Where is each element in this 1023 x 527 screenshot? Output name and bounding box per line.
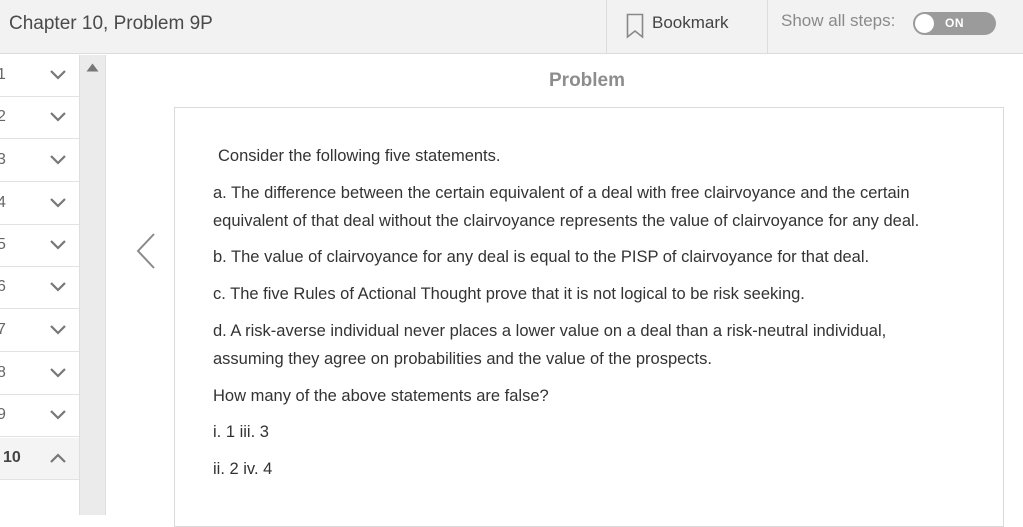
step-item-2[interactable]: 2 — [0, 97, 79, 139]
step-item-7[interactable]: 7 — [0, 310, 79, 352]
step-number: 8 — [0, 364, 6, 381]
step-item-8[interactable]: 8 — [0, 353, 79, 395]
toggle-state-label: ON — [945, 16, 964, 30]
step-item-9[interactable]: 9 — [0, 395, 79, 437]
step-number: 9 — [0, 406, 6, 423]
previous-arrow-icon[interactable] — [134, 232, 158, 270]
chapter-title: Chapter 10, Problem 9P — [9, 13, 213, 34]
chevron-up-icon — [50, 453, 66, 463]
statement-c: c. The five Rules of Actional Thought pr… — [213, 285, 805, 303]
bookmark-label: Bookmark — [652, 13, 729, 32]
answer-options-line2: ii. 2 iv. 4 — [213, 460, 273, 478]
statement-b: b. The value of clairvoyance for any dea… — [213, 248, 870, 266]
statement-a-line2: equivalent of that deal without the clai… — [213, 212, 920, 230]
show-all-steps-toggle[interactable]: ON — [913, 12, 996, 35]
step-number: 3 — [0, 151, 6, 168]
answer-options-line1: i. 1 iii. 3 — [213, 423, 269, 441]
step-number: 2 — [0, 108, 6, 125]
problem-box: Consider the following five statements. … — [174, 107, 1004, 527]
sidebar-scrollbar[interactable] — [79, 55, 106, 515]
bookmark-button[interactable]: Bookmark — [606, 0, 768, 54]
chevron-down-icon — [50, 198, 66, 208]
toggle-knob — [915, 14, 934, 33]
step-number: 5 — [0, 236, 6, 253]
step-number: 6 — [0, 278, 6, 295]
step-number: 10 — [3, 449, 21, 466]
problem-question: How many of the above statements are fal… — [213, 387, 549, 405]
statement-d-line1: d. A risk-averse individual never places… — [213, 322, 887, 340]
step-item-6[interactable]: 6 — [0, 267, 79, 309]
step-item-1[interactable]: 1 — [0, 55, 79, 97]
step-number: 4 — [0, 194, 6, 211]
bookmark-icon — [626, 13, 644, 39]
step-number: 1 — [0, 66, 6, 83]
chevron-down-icon — [50, 70, 66, 80]
header-bar: Chapter 10, Problem 9P Bookmark Show all… — [0, 0, 1023, 54]
steps-sidebar: 1 2 3 4 5 6 7 8 9 10 — [0, 55, 79, 515]
step-item-10[interactable]: 10 — [0, 438, 79, 480]
chevron-down-icon — [50, 368, 66, 378]
chevron-down-icon — [50, 282, 66, 292]
chevron-down-icon — [50, 410, 66, 420]
step-item-5[interactable]: 5 — [0, 225, 79, 267]
scroll-up-arrow-icon[interactable] — [86, 63, 99, 72]
step-item-4[interactable]: 4 — [0, 183, 79, 225]
step-item-3[interactable]: 3 — [0, 140, 79, 182]
chevron-down-icon — [50, 112, 66, 122]
chevron-down-icon — [50, 325, 66, 335]
chevron-down-icon — [50, 155, 66, 165]
problem-heading: Problem — [549, 70, 626, 91]
statement-a-line1: a. The difference between the certain eq… — [213, 184, 910, 202]
show-all-steps-label: Show all steps: — [781, 11, 896, 30]
statement-d-line2: assuming they agree on probabilities and… — [213, 350, 712, 368]
step-number: 7 — [0, 321, 6, 338]
problem-intro: Consider the following five statements. — [218, 147, 501, 165]
chevron-down-icon — [50, 240, 66, 250]
